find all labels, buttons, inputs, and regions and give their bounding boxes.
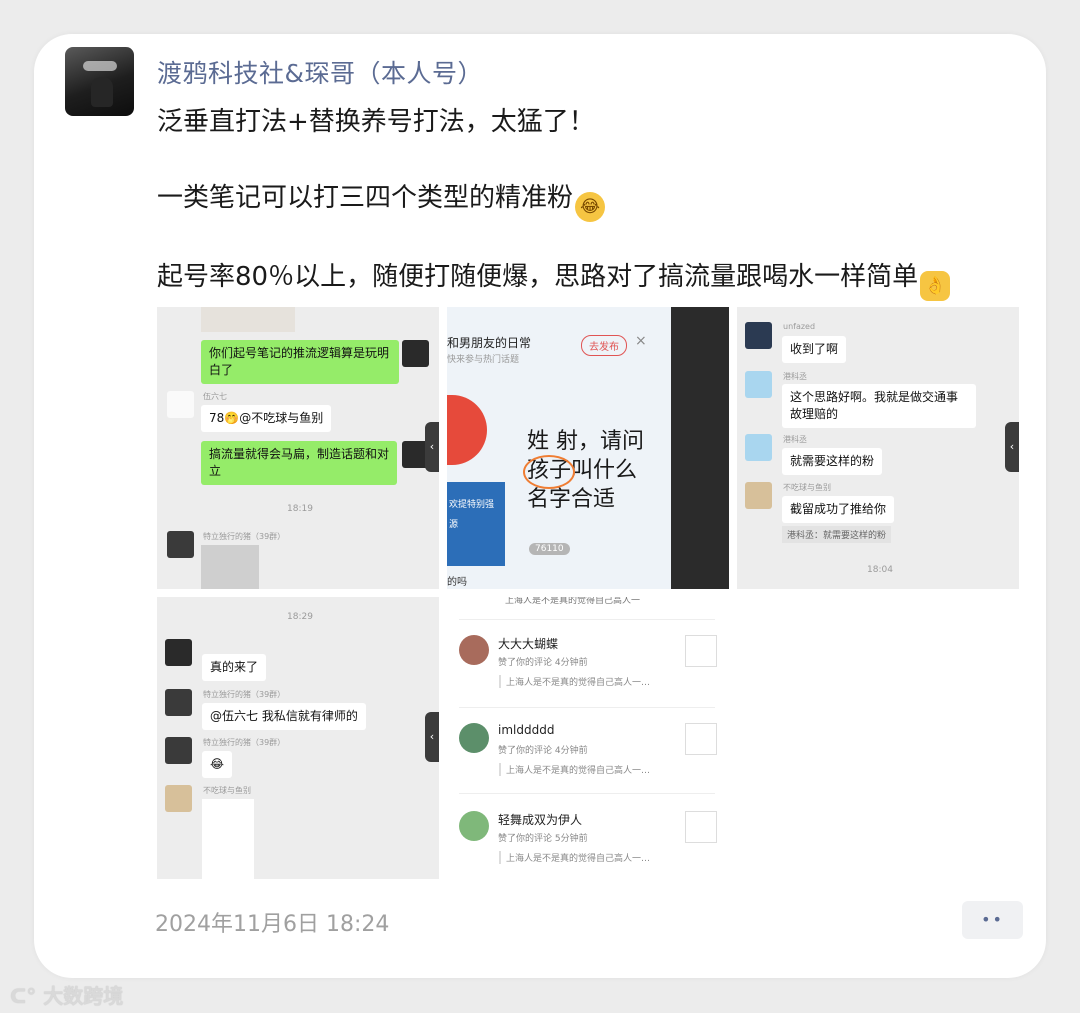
chevron-left-icon[interactable]: ‹ (425, 712, 439, 762)
comment-quote: 上海人是不是真的觉得自己高人一… (499, 851, 650, 864)
chat-bubble: 这个思路好啊。我就是做交通事故理赔的 (782, 384, 976, 428)
avatar (745, 322, 772, 349)
action-text: 赞了你的评论 (498, 834, 553, 844)
like-action: 赞了你的评论 4分钟前 (498, 655, 588, 668)
blue-card-text: 源 (449, 520, 459, 530)
watermark-logo-icon: ᑕ° (10, 984, 37, 1008)
facepalm-emoji-icon: 😂 (575, 192, 606, 222)
thumbnail (685, 723, 717, 755)
avatar (165, 785, 192, 812)
more-button[interactable]: •• (962, 901, 1023, 939)
avatar (167, 391, 194, 418)
image-thumb-1[interactable]: 你们起号笔记的推流逻辑算是玩明白了 伍六七 78🤭@不吃球与鱼别 搞流量就得会马… (157, 307, 439, 589)
post-date: 2024年11月6日 18:24 (155, 912, 390, 937)
publish-button[interactable]: 去发布 (581, 335, 627, 356)
view-count: 76110 (529, 543, 570, 555)
ok-hand-emoji-icon: 👌 (920, 271, 951, 301)
image-fragment (201, 307, 295, 332)
post-line-1: 泛垂直打法+替换养号打法，太猛了！ (157, 101, 595, 138)
image-thumb-2[interactable]: 和男朋友的日常 快来参与热门话题 去发布 × 欢提特别强 源 姓 射，请问 孩子… (447, 307, 729, 589)
sender-name: 伍六七 (203, 392, 227, 401)
author-name[interactable]: 渡鸦科技社&琛哥（本人号） (157, 54, 483, 90)
liker-name: 大大大蝴蝶 (498, 637, 559, 651)
post-text-2: 一类笔记可以打三四个类型的精准粉 (157, 183, 574, 213)
avatar-figure (91, 77, 113, 107)
sender-name: 特立独行的猪（39群） (203, 690, 286, 699)
avatar-light (83, 61, 117, 71)
watermark-text: 大数跨境 (43, 984, 124, 1008)
sender-name: 港科丞 (783, 435, 807, 444)
image-fragment (201, 545, 259, 589)
avatar (745, 482, 772, 509)
chevron-left-icon[interactable]: ‹ (425, 422, 439, 472)
chat-bubble: 😂 (202, 751, 233, 778)
action-time: 4分钟前 (554, 658, 588, 668)
timestamp: 18:29 (287, 612, 313, 622)
post-text-3: 起号率80％以上，随便打随便爆，思路对了搞流量跟喝水一样简单 (157, 262, 919, 292)
chat-bubble: 78🤭@不吃球与鱼别 (201, 405, 332, 432)
action-time: 4分钟前 (554, 746, 588, 756)
image-fragment (202, 799, 254, 879)
sender-name: 不吃球与鱼别 (203, 786, 251, 795)
post-text-1: 泛垂直打法+替换养号打法，太猛了！ (157, 107, 595, 137)
liker-name: 轻舞成双为伊人 (498, 813, 583, 827)
action-text: 赞了你的评论 (498, 746, 553, 756)
timestamp: 18:19 (287, 504, 313, 514)
avatar (459, 811, 489, 841)
sender-name: 港科丞 (783, 372, 807, 381)
footer-text: 的吗 (447, 577, 467, 588)
phone-edge (671, 307, 729, 589)
topic-header: 和男朋友的日常 (447, 336, 532, 350)
topic-sub: 快来参与热门话题 (447, 355, 520, 365)
chat-bubble: 真的来了 (202, 654, 267, 681)
like-action: 赞了你的评论 5分钟前 (498, 831, 588, 844)
image-thumb-4[interactable]: 18:29 真的来了 特立独行的猪（39群） @伍六七 我私信就有律师的 特立独… (157, 597, 439, 879)
thumbnail (685, 635, 717, 667)
watermark: ᑕ° 大数跨境 (10, 980, 123, 1009)
comment-quote: 上海人是不是真的觉得自己高人一… (499, 763, 650, 776)
chat-bubble: 就需要这样的粉 (782, 448, 883, 475)
post-line-3: 起号率80％以上，随便打随便爆，思路对了搞流量跟喝水一样简单 👌 (157, 256, 951, 301)
chat-bubble: 截留成功了推给你 (782, 496, 895, 523)
avatar (459, 635, 489, 665)
chat-bubble: 你们起号笔记的推流逻辑算是玩明白了 (201, 340, 399, 384)
avatar (165, 639, 192, 666)
chat-bubble: 收到了啊 (782, 336, 847, 363)
circle-highlight (523, 455, 575, 489)
sender-name: 不吃球与鱼别 (783, 483, 831, 492)
comment-quote: 上海人是不是真的觉得自己高人一 (505, 597, 641, 606)
chat-bubble: @伍六七 我私信就有律师的 (202, 703, 366, 730)
avatar (745, 434, 772, 461)
sender-name: unfazed (783, 322, 816, 331)
timestamp: 18:04 (867, 565, 893, 575)
divider (459, 793, 715, 794)
avatar (745, 371, 772, 398)
avatar (167, 531, 194, 558)
comment-quote: 上海人是不是真的觉得自己高人一… (499, 675, 650, 688)
divider (459, 619, 715, 620)
sender-name: 特立独行的猪（39群） (203, 532, 286, 541)
caption-line: 名字合适 (527, 487, 616, 512)
image-thumb-3[interactable]: unfazed 收到了啊 港科丞 这个思路好啊。我就是做交通事故理赔的 港科丞 … (737, 307, 1019, 589)
chevron-left-icon[interactable]: ‹ (1005, 422, 1019, 472)
divider (459, 707, 715, 708)
action-text: 赞了你的评论 (498, 658, 553, 668)
quoted-message: 港科丞：就需要这样的粉 (782, 526, 892, 543)
action-time: 5分钟前 (554, 834, 588, 844)
sender-name: 特立独行的猪（39群） (203, 738, 286, 747)
blue-card-text: 欢提特别强 (449, 500, 495, 510)
chat-bubble: 搞流量就得会马扁，制造话题和对立 (201, 441, 397, 485)
liker-name: imlddddd (498, 723, 555, 737)
post-line-2: 一类笔记可以打三四个类型的精准粉 😂 (157, 177, 606, 222)
avatar (459, 723, 489, 753)
thumbnail (685, 811, 717, 843)
avatar (402, 340, 429, 367)
avatar (165, 689, 192, 716)
avatar[interactable] (65, 47, 134, 116)
avatar (165, 737, 192, 764)
caption-line: 姓 射，请问 (527, 429, 644, 454)
image-thumb-5[interactable]: 上海人是不是真的觉得自己高人一 大大大蝴蝶 赞了你的评论 4分钟前 上海人是不是… (447, 597, 729, 879)
close-icon[interactable]: × (635, 333, 647, 349)
like-action: 赞了你的评论 4分钟前 (498, 743, 588, 756)
